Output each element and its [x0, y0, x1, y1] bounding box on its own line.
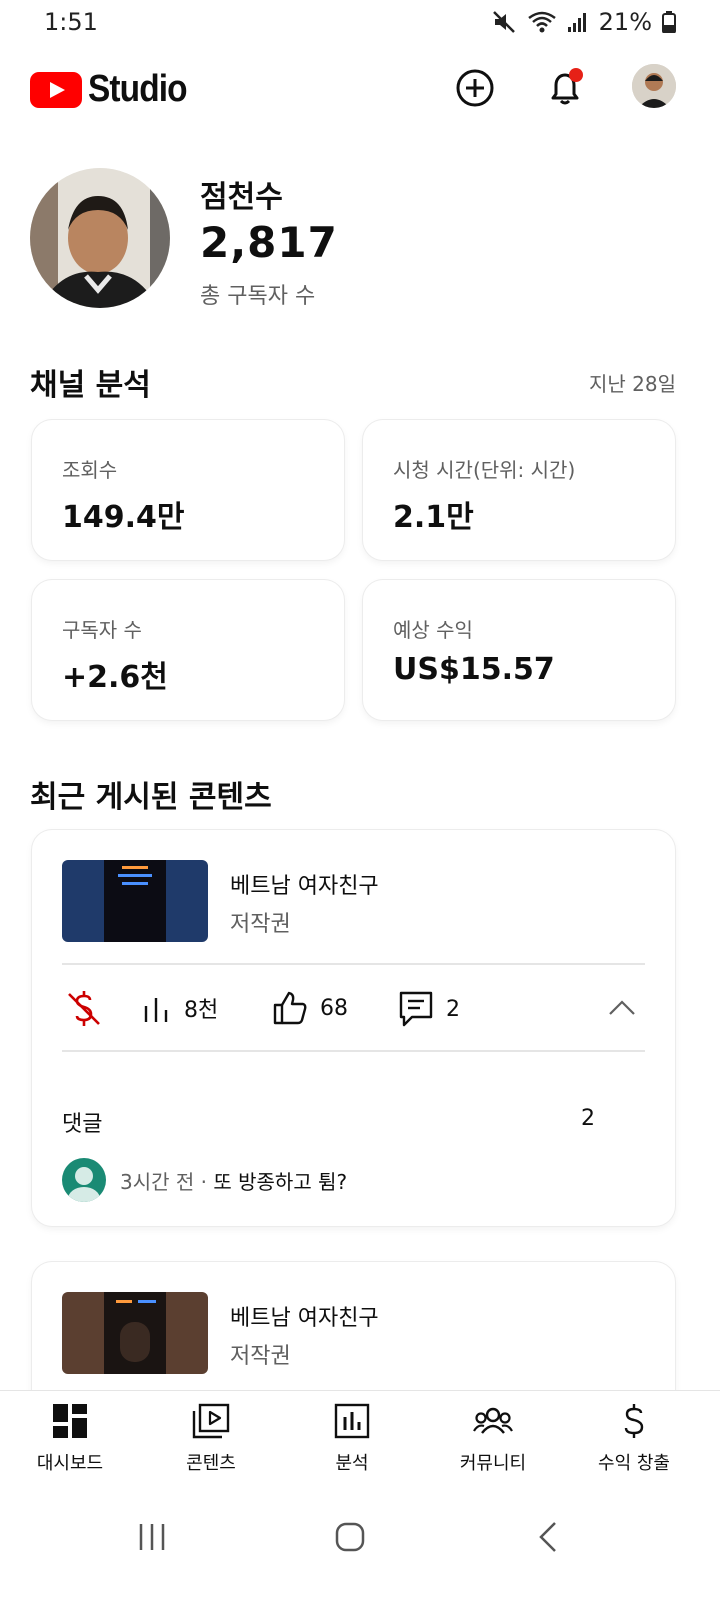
metric-card-subscribers[interactable]: 구독자 수 +2.6천	[32, 580, 344, 720]
comment-icon	[399, 991, 433, 1027]
comments-section-count: 2	[581, 1106, 595, 1131]
signal-icon	[567, 11, 589, 33]
dashboard-icon	[53, 1404, 87, 1438]
metric-card-revenue[interactable]: 예상 수익 US$15.57	[363, 580, 675, 720]
home-icon	[335, 1522, 365, 1552]
views-count: 8천	[184, 998, 219, 1023]
home-button[interactable]	[320, 1512, 380, 1562]
bell-icon	[551, 68, 583, 105]
monetization-status[interactable]	[66, 990, 102, 1028]
content-icon	[192, 1403, 230, 1439]
battery-icon	[662, 11, 676, 33]
back-icon	[539, 1522, 556, 1552]
nav-community[interactable]: 커뮤니티	[423, 1403, 563, 1475]
community-icon	[473, 1407, 513, 1434]
video-copyright-status: 저작권	[230, 1344, 291, 1369]
metric-value: +2.6천	[62, 660, 168, 695]
earn-icon	[624, 1404, 644, 1438]
nav-analytics[interactable]: 분석	[282, 1403, 422, 1475]
thumbs-up-icon	[273, 991, 307, 1025]
nav-label: 대시보드	[36, 1453, 104, 1474]
comment-time: 3시간 전 ·	[120, 1169, 214, 1194]
analytics-section-title: 채널 분석	[30, 368, 151, 403]
video-thumbnail[interactable]	[62, 1292, 208, 1374]
back-button[interactable]	[518, 1512, 578, 1562]
video-copyright-status: 저작권	[230, 912, 291, 937]
mute-icon	[491, 9, 517, 35]
video-title[interactable]: 베트남 여자친구	[230, 1300, 379, 1332]
metric-value: 149.4만	[62, 500, 185, 535]
recent-apps-icon	[139, 1524, 165, 1550]
add-circle-icon	[456, 69, 494, 107]
recent-apps-button[interactable]	[122, 1512, 182, 1562]
monetization-off-icon	[68, 991, 100, 1026]
recent-video-card[interactable]: 베트남 여자친구 저작권 8천 68 2 댓글 2 3시간 전 · 또 방종하고…	[32, 830, 675, 1226]
youtube-play-icon	[30, 71, 82, 108]
nav-dashboard[interactable]: 대시보드	[0, 1403, 140, 1475]
subscriber-count-label: 총 구독자 수	[200, 284, 316, 309]
nav-content[interactable]: 콘텐츠	[141, 1403, 281, 1475]
comments-section-label: 댓글	[62, 1112, 103, 1137]
video-thumbnail[interactable]	[62, 860, 208, 942]
account-avatar[interactable]	[632, 64, 676, 108]
views-stat: 8천	[142, 992, 218, 1024]
comments-stat: 2	[398, 990, 460, 1028]
nav-label: 수익 창출	[598, 1453, 670, 1474]
metric-value: US$15.57	[393, 652, 555, 687]
nav-label: 커뮤니티	[459, 1453, 527, 1474]
nav-earn[interactable]: 수익 창출	[564, 1403, 704, 1475]
likes-count: 68	[320, 995, 348, 1021]
analytics-period: 지난 28일	[588, 372, 676, 396]
status-bar: 1:51 21%	[0, 0, 720, 46]
views-bars-icon	[144, 998, 168, 1022]
collapse-button[interactable]	[608, 998, 636, 1016]
create-button[interactable]	[453, 66, 497, 110]
metric-label: 예상 수익	[393, 618, 473, 642]
video-title[interactable]: 베트남 여자친구	[230, 868, 379, 900]
comments-count: 2	[446, 996, 460, 1022]
app-name: Studio	[88, 68, 188, 110]
latest-comment[interactable]: 3시간 전 · 또 방종하고 튐?	[62, 1158, 347, 1202]
divider	[62, 963, 645, 965]
metric-card-watch-time[interactable]: 시청 시간(단위: 시간) 2.1만	[363, 420, 675, 560]
app-bar: Studio	[0, 56, 720, 120]
recent-content-title: 최근 게시된 콘텐츠	[30, 780, 272, 815]
metric-label: 시청 시간(단위: 시간)	[393, 458, 576, 482]
analytics-icon	[334, 1403, 370, 1439]
likes-stat: 68	[272, 990, 348, 1026]
nav-label: 분석	[335, 1453, 369, 1474]
status-time: 1:51	[44, 8, 98, 36]
notifications-button[interactable]	[543, 66, 587, 110]
nav-label: 콘텐츠	[186, 1453, 236, 1474]
channel-name: 점천수	[200, 180, 283, 215]
metric-value: 2.1만	[393, 500, 474, 535]
metric-label: 조회수	[62, 458, 118, 482]
comment-text: 또 방종하고 튐?	[213, 1169, 348, 1194]
divider	[62, 1050, 645, 1052]
chevron-up-icon	[609, 1000, 635, 1015]
wifi-icon	[527, 10, 557, 34]
youtube-studio-logo[interactable]: Studio	[30, 68, 200, 111]
commenter-avatar	[62, 1158, 106, 1202]
system-navigation-bar	[0, 1490, 720, 1600]
metric-card-views[interactable]: 조회수 149.4만	[32, 420, 344, 560]
metric-label: 구독자 수	[62, 618, 142, 642]
channel-avatar	[30, 168, 170, 308]
subscriber-count: 2,817	[200, 218, 338, 267]
bottom-navigation: 대시보드 콘텐츠 분석 커뮤니티 수익 창출	[0, 1390, 720, 1490]
battery-level: 21%	[598, 8, 652, 36]
